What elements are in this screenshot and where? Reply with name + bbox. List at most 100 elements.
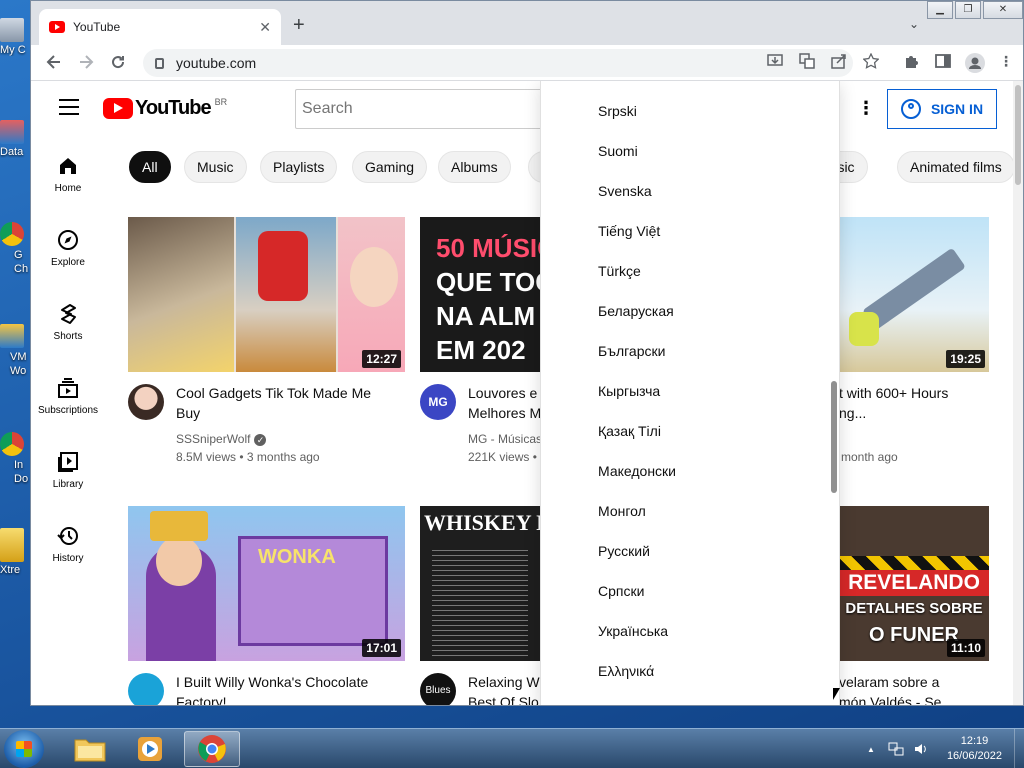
address-bar[interactable]: youtube.com <box>143 49 853 77</box>
side-panel-icon[interactable] <box>935 53 951 72</box>
translate-icon[interactable] <box>799 53 815 72</box>
youtube-logo[interactable]: YouTube BR <box>103 97 227 120</box>
new-tab-button[interactable]: + <box>293 15 305 35</box>
thumb-face <box>156 536 202 586</box>
folder-icon <box>74 739 106 762</box>
video-thumbnail[interactable]: REVELANDO DETALHES SOBRE O FUNER 11:10 <box>839 506 989 661</box>
language-option[interactable]: Қазақ Тілі <box>598 423 661 439</box>
dropdown-scrollbar[interactable] <box>831 381 837 493</box>
forward-arrow-icon[interactable] <box>77 53 95 77</box>
language-option[interactable]: Türkçe <box>598 263 641 279</box>
video-thumbnail[interactable]: 12:27 <box>128 217 405 372</box>
language-option[interactable]: Монгол <box>598 503 646 519</box>
language-option[interactable]: Українська <box>598 623 668 639</box>
tab-close-icon[interactable]: ✕ <box>259 19 271 36</box>
tray-expand-icon[interactable]: ▲ <box>867 745 875 754</box>
show-desktop-button[interactable] <box>1014 729 1024 768</box>
video-title[interactable]: Relaxing Wh <box>468 672 547 692</box>
language-option[interactable]: Кыргызча <box>598 383 660 399</box>
chip-playlists[interactable]: Playlists <box>260 151 338 183</box>
video-title[interactable]: velaram sobre a <box>839 672 939 692</box>
chip-gaming[interactable]: Gaming <box>352 151 428 183</box>
channel-avatar[interactable] <box>128 384 164 420</box>
nav-explore[interactable]: Explore <box>31 211 105 285</box>
language-option[interactable]: Српски <box>598 583 644 599</box>
video-thumbnail[interactable]: WONKA 17:01 <box>128 506 405 661</box>
profile-avatar-icon[interactable] <box>965 53 985 76</box>
channel-avatar[interactable] <box>128 673 164 705</box>
start-button[interactable] <box>4 730 44 768</box>
page-scrollbar-thumb[interactable] <box>1015 85 1021 185</box>
extensions-puzzle-icon[interactable] <box>903 53 919 72</box>
desktop-icon-data[interactable]: Data <box>0 120 32 158</box>
tab-search-icon[interactable]: ⌄ <box>909 17 919 31</box>
language-option[interactable]: Srpski <box>598 103 637 119</box>
install-app-icon[interactable] <box>767 53 783 72</box>
chip-animated-films[interactable]: Animated films <box>897 151 1015 183</box>
nav-shorts[interactable]: Shorts <box>31 285 105 359</box>
share-icon[interactable] <box>831 53 847 72</box>
nav-history[interactable]: History <box>31 507 105 581</box>
language-option[interactable]: Македонски <box>598 463 676 479</box>
chip-music[interactable]: Music <box>184 151 247 183</box>
page-scrollbar[interactable] <box>1013 81 1023 705</box>
channel-name[interactable]: MG - Músicas <box>468 430 542 448</box>
clock[interactable]: 12:19 16/06/2022 <box>947 734 1002 764</box>
browser-toolbar: youtube.com ⋮ <box>31 45 1023 81</box>
language-option[interactable]: Tiếng Việt <box>598 223 660 239</box>
video-title-line2[interactable]: món Valdés - Se <box>839 692 941 705</box>
taskbar-chrome[interactable] <box>184 731 240 767</box>
desktop-icon-vmware[interactable]: VM Wo <box>0 324 32 378</box>
volume-icon[interactable] <box>913 741 929 757</box>
channel-avatar[interactable]: MG <box>420 384 456 420</box>
taskbar-media-player[interactable] <box>122 731 178 767</box>
nav-library[interactable]: Library <box>31 433 105 507</box>
video-title[interactable]: Louvores e <box>468 383 537 403</box>
channel-avatar[interactable]: Blues <box>420 673 456 705</box>
language-option[interactable]: Svenska <box>598 183 652 199</box>
video-title[interactable]: Cool Gadgets Tik Tok Made Me <box>176 383 371 403</box>
language-option[interactable]: Suomi <box>598 143 638 159</box>
language-option[interactable]: Беларуская <box>598 303 674 319</box>
search-input[interactable] <box>295 89 555 129</box>
minimize-button[interactable]: ▁ <box>927 1 953 19</box>
desktop-icon-internet-download[interactable]: In Do <box>0 432 32 486</box>
desktop-icon-my-computer[interactable]: My C <box>0 18 32 56</box>
settings-more-icon[interactable]: ⋮ <box>857 99 875 117</box>
bookmark-star-icon[interactable] <box>862 52 880 72</box>
desktop-icon-xtreme[interactable]: Xtre <box>0 528 32 576</box>
video-title-line2[interactable]: Melhores M <box>468 403 541 423</box>
language-option[interactable]: Ελληνικά <box>598 663 654 679</box>
maximize-button[interactable]: ❐ <box>955 1 981 19</box>
reload-icon[interactable] <box>109 53 127 77</box>
network-icon[interactable] <box>887 741 905 757</box>
video-title-line2[interactable]: ng... <box>839 403 866 423</box>
desktop-icon-chrome[interactable]: G Ch <box>0 222 32 276</box>
language-option[interactable]: Русский <box>598 543 650 559</box>
tab-youtube[interactable]: YouTube ✕ <box>39 9 281 45</box>
chrome-menu-icon[interactable]: ⋮ <box>999 53 1013 70</box>
chip-albums[interactable]: Albums <box>438 151 511 183</box>
video-thumbnail[interactable]: 19:25 <box>839 217 989 372</box>
close-window-button[interactable]: ✕ <box>983 1 1023 19</box>
video-title[interactable]: I Built Willy Wonka's Chocolate <box>176 672 368 692</box>
thumb-left-panel <box>128 217 234 372</box>
video-title-line2[interactable]: Factory! <box>176 692 227 705</box>
sign-in-button[interactable]: SIGN IN <box>887 89 997 129</box>
nav-subscriptions[interactable]: Subscriptions <box>31 359 105 433</box>
thumb-text: 50 MÚSIC QUE TOCA NA ALM EM 202 <box>436 233 540 365</box>
country-code: BR <box>214 96 228 107</box>
chip-all[interactable]: All <box>129 151 171 183</box>
language-option[interactable]: Български <box>598 343 665 359</box>
video-title-line2[interactable]: Buy <box>176 403 200 423</box>
video-thumbnail[interactable]: 50 MÚSIC QUE TOCA NA ALM EM 202 <box>420 217 540 372</box>
video-title[interactable]: t with 600+ Hours <box>839 383 948 403</box>
video-title-line2[interactable]: Best Of Slo <box>468 692 539 705</box>
thumb-hat <box>150 511 208 541</box>
back-arrow-icon[interactable] <box>45 53 63 77</box>
hamburger-menu-icon[interactable] <box>59 99 79 120</box>
video-thumbnail[interactable]: WHISKEY BLU <box>420 506 540 661</box>
taskbar-explorer[interactable] <box>62 731 118 767</box>
nav-home[interactable]: Home <box>31 137 105 211</box>
channel-name[interactable]: SSSniperWolf ✓ <box>176 430 267 448</box>
